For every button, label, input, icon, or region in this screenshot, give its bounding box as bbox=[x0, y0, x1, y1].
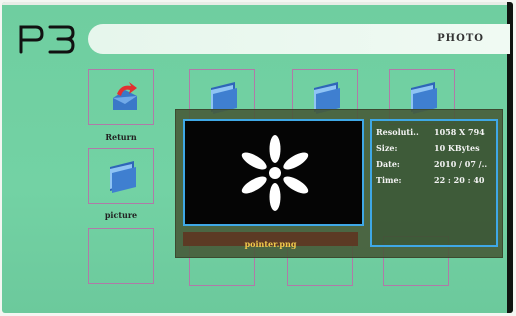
time-value: 22 : 20 : 40 bbox=[434, 175, 485, 185]
size-label: Size: bbox=[376, 143, 398, 153]
date-label: Date: bbox=[376, 159, 400, 169]
filename-bar: pointer.png bbox=[183, 232, 358, 249]
grid-tile-empty-1[interactable] bbox=[88, 228, 154, 284]
grid-tile-return[interactable] bbox=[88, 69, 154, 125]
photo-browser-screen: PHOTO Return picture pointer.png Resolut… bbox=[2, 2, 513, 313]
title-bar: PHOTO bbox=[88, 24, 510, 54]
date-value: 2010 / 07 /.. bbox=[434, 159, 488, 169]
size-value: 10 KBytes bbox=[434, 143, 480, 153]
folder-icon bbox=[110, 161, 136, 193]
resolution-label: Resoluti.. bbox=[376, 127, 419, 137]
page-title: PHOTO bbox=[437, 33, 484, 44]
tile-label-return: Return bbox=[105, 132, 137, 142]
filename-label: pointer.png bbox=[244, 239, 297, 249]
file-info-panel: Resoluti.. 1058 X 794 Size: 10 KBytes Da… bbox=[370, 119, 498, 247]
info-row-size: Size: 10 KBytes bbox=[376, 143, 498, 155]
screen-edge-top bbox=[2, 2, 513, 5]
info-row-time: Time: 22 : 20 : 40 bbox=[376, 175, 498, 187]
image-preview bbox=[183, 119, 364, 226]
info-row-date: Date: 2010 / 07 /.. bbox=[376, 159, 498, 171]
asterisk-image bbox=[241, 135, 309, 211]
p3-logo bbox=[19, 25, 75, 54]
preview-overlay: pointer.png Resoluti.. 1058 X 794 Size: … bbox=[175, 109, 503, 258]
grid-tile-picture[interactable] bbox=[88, 148, 154, 204]
info-row-resolution: Resoluti.. 1058 X 794 bbox=[376, 127, 498, 139]
resolution-value: 1058 X 794 bbox=[434, 127, 485, 137]
time-label: Time: bbox=[376, 175, 402, 185]
tile-label-picture: picture bbox=[104, 210, 138, 220]
return-arrow-icon bbox=[113, 82, 137, 110]
